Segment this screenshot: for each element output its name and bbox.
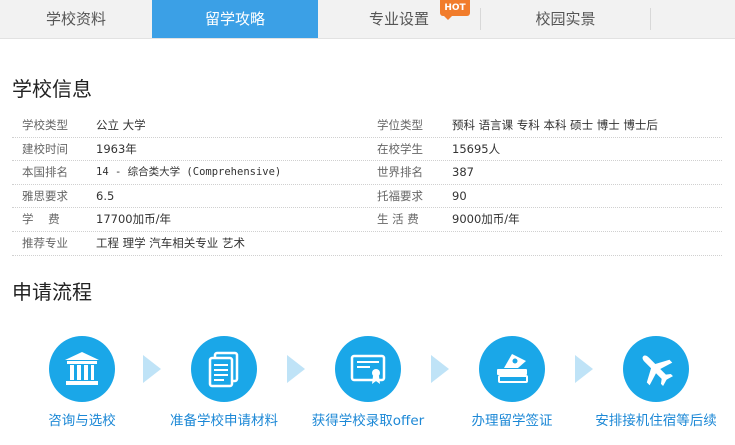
info-value: 6.5 (96, 188, 115, 203)
info-value: 公立 大学 (96, 118, 146, 132)
tab-bar: 学校资料 留学攻略 专业设置 HOT 校园实景 (0, 0, 735, 39)
info-label: 推荐专业 (22, 235, 68, 250)
hot-badge: HOT (440, 0, 470, 20)
info-value: 387 (452, 165, 474, 180)
info-label: 世界排名 (377, 165, 423, 180)
info-row: 本国排名 14 - 综合类大学 (Comprehensive) 世界排名 387 (12, 161, 722, 185)
info-row: 建校时间 1963年 在校学生 15695人 (12, 138, 722, 162)
school-info-title: 学校信息 (12, 77, 92, 101)
step-label: 咨询与选校 (48, 413, 116, 429)
step-circle (49, 336, 115, 402)
step-label: 办理留学签证 (471, 413, 553, 429)
info-label: 在校学生 (377, 141, 423, 156)
info-value: 15695人 (452, 141, 501, 156)
info-value: 工程 理学 汽车相关专业 艺术 (96, 235, 245, 250)
info-label: 学 费 (22, 212, 60, 227)
info-value: 17700加币/年 (96, 212, 171, 227)
step-label: 获得学校录取offer (311, 413, 425, 429)
step-label: 准备学校申请材料 (170, 413, 278, 429)
info-value: 1963年 (96, 141, 137, 156)
info-value: 预科 语言课 专科 本科 硕士 博士 博士后 (452, 118, 658, 132)
process-step[interactable]: 准备学校申请材料 (154, 336, 294, 429)
institution-icon (65, 352, 99, 385)
info-value: 14 - 综合类大学 (Comprehensive) (96, 166, 282, 179)
tab-campus-view[interactable]: 校园实景 (481, 0, 650, 38)
info-label: 托福要求 (377, 188, 423, 203)
info-label: 学校类型 (22, 118, 68, 132)
info-row: 学 费 17700加币/年 生 活 费 9000加币/年 (12, 208, 722, 232)
process-step[interactable]: 获得学校录取offer (298, 336, 438, 429)
process-title: 申请流程 (12, 280, 92, 304)
info-row: 学校类型 公立 大学 学位类型 预科 语言课 专科 本科 硕士 博士 博士后 (12, 114, 722, 138)
info-label: 学位类型 (377, 118, 423, 132)
info-label: 建校时间 (22, 141, 68, 156)
airplane-icon (642, 355, 673, 386)
info-label: 生 活 费 (377, 212, 419, 227)
info-label: 雅思要求 (22, 188, 68, 203)
info-row: 推荐专业 工程 理学 汽车相关专业 艺术 (12, 232, 722, 256)
info-row: 雅思要求 6.5 托福要求 90 (12, 185, 722, 209)
tab-study-guide[interactable]: 留学攻略 (152, 0, 318, 38)
documents-icon (208, 351, 239, 388)
info-value: 9000加币/年 (452, 212, 520, 227)
step-circle (335, 336, 401, 402)
info-value: 90 (452, 188, 467, 203)
step-circle (623, 336, 689, 402)
school-info-table: 学校类型 公立 大学 学位类型 预科 语言课 专科 本科 硕士 博士 博士后 建… (12, 114, 722, 256)
process-step[interactable]: 咨询与选校 (12, 336, 152, 429)
step-circle (479, 336, 545, 402)
step-circle (191, 336, 257, 402)
step-label: 安排接机住宿等后续 (595, 413, 717, 429)
tab-school-info[interactable]: 学校资料 (0, 0, 152, 38)
tab-divider (650, 8, 651, 30)
process-step[interactable]: 办理留学签证 (442, 336, 582, 429)
passport-icon (497, 354, 528, 383)
process-step[interactable]: 安排接机住宿等后续 (586, 336, 726, 429)
info-label: 本国排名 (22, 165, 68, 180)
certificate-icon (350, 354, 386, 384)
